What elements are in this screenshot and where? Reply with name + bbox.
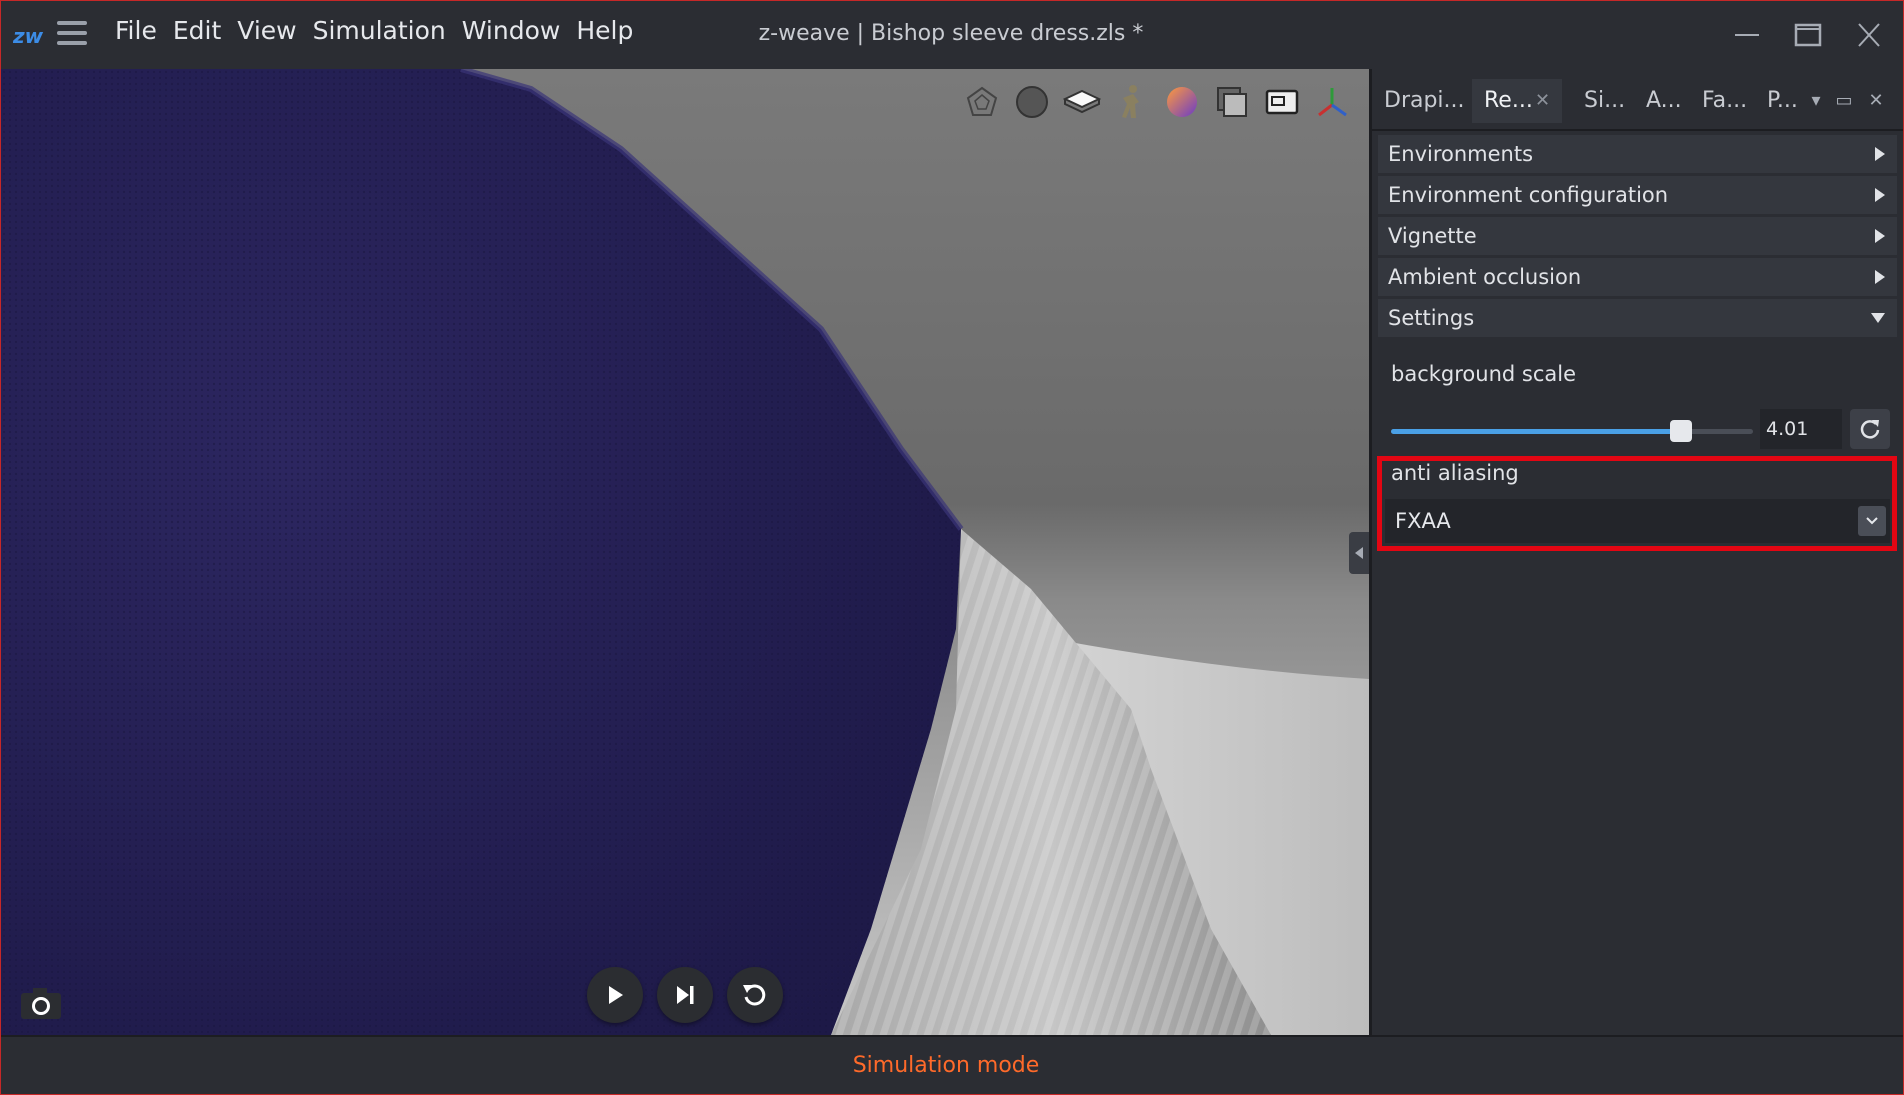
section-label: Environment configuration	[1388, 183, 1669, 207]
menu-file[interactable]: File	[107, 15, 165, 47]
tab-p[interactable]: P...	[1755, 79, 1799, 123]
anti-aliasing-select[interactable]: FXAA	[1385, 499, 1890, 543]
scene-render	[1, 69, 1369, 1035]
playback-controls	[587, 967, 783, 1023]
panel-maximize-icon[interactable]: ▭	[1832, 89, 1856, 113]
sewing-machine-icon[interactable]	[1263, 83, 1301, 121]
plane-icon[interactable]	[1063, 83, 1101, 121]
section-environment-configuration[interactable]: Environment configuration	[1378, 176, 1897, 214]
status-text: Simulation mode	[852, 1053, 1040, 1078]
slider-fill	[1391, 429, 1681, 434]
svg-text:zw: zw	[13, 24, 44, 48]
tab-simulation[interactable]: Si...	[1572, 79, 1627, 123]
hamburger-menu-icon[interactable]	[57, 21, 87, 47]
menu-view[interactable]: View	[229, 15, 304, 47]
sphere-icon[interactable]	[1013, 83, 1051, 121]
section-vignette[interactable]: Vignette	[1378, 217, 1897, 255]
properties-panel: Drapi... Re... ✕ Si... A... Fa... P... ▾…	[1369, 69, 1903, 1035]
maximize-icon[interactable]	[1788, 19, 1828, 51]
reset-icon[interactable]	[727, 967, 783, 1023]
expand-arrow-icon	[1875, 188, 1885, 202]
step-forward-icon[interactable]	[657, 967, 713, 1023]
layers-icon[interactable]	[1213, 83, 1251, 121]
title-bar: zw File Edit View Simulation Window Help…	[1, 1, 1903, 69]
expand-arrow-icon	[1875, 229, 1885, 243]
viewport-toolbar	[963, 83, 1351, 121]
section-label: Settings	[1388, 306, 1475, 330]
tab-fabric[interactable]: Fa...	[1690, 79, 1748, 123]
section-ambient-occlusion[interactable]: Ambient occlusion	[1378, 258, 1897, 296]
expand-arrow-icon	[1875, 147, 1885, 161]
play-icon[interactable]	[587, 967, 643, 1023]
zw-logo-icon[interactable]: zw	[13, 21, 45, 49]
menu-bar: File Edit View Simulation Window Help	[107, 15, 641, 47]
section-environments[interactable]: Environments	[1378, 135, 1897, 173]
background-scale-label: background scale	[1391, 362, 1576, 386]
background-scale-input[interactable]: 4.01	[1760, 409, 1842, 449]
menu-window[interactable]: Window	[454, 15, 569, 47]
section-settings[interactable]: Settings	[1378, 299, 1897, 337]
anti-aliasing-label: anti aliasing	[1391, 461, 1519, 485]
panel-tabs: Drapi... Re... ✕ Si... A... Fa... P... ▾…	[1372, 69, 1903, 131]
status-bar: Simulation mode	[1, 1035, 1903, 1094]
anti-aliasing-value: FXAA	[1395, 509, 1451, 533]
collapse-arrow-icon	[1871, 313, 1885, 323]
tab-draping[interactable]: Drapi...	[1372, 79, 1465, 123]
window-title: z-weave | Bishop sleeve dress.zls *	[758, 21, 1144, 46]
tab-a[interactable]: A...	[1634, 79, 1684, 123]
section-label: Ambient occlusion	[1388, 265, 1582, 289]
tab-overflow-dropdown-icon[interactable]: ▾	[1804, 89, 1828, 113]
panel-close-icon[interactable]: ✕	[1864, 89, 1888, 113]
reset-icon[interactable]	[1850, 409, 1890, 449]
background-scale-slider[interactable]	[1391, 420, 1753, 442]
camera-icon[interactable]	[19, 985, 63, 1021]
avatar-icon[interactable]	[1113, 83, 1151, 121]
section-label: Vignette	[1388, 224, 1477, 248]
axes-icon[interactable]	[1313, 83, 1351, 121]
close-icon[interactable]	[1849, 19, 1889, 51]
menu-edit[interactable]: Edit	[165, 15, 229, 47]
section-label: Environments	[1388, 142, 1534, 166]
gradient-sphere-icon[interactable]	[1163, 83, 1201, 121]
chevron-down-icon[interactable]	[1858, 506, 1886, 536]
slider-thumb[interactable]	[1669, 420, 1692, 442]
minimize-icon[interactable]	[1727, 19, 1767, 51]
expand-arrow-icon	[1875, 270, 1885, 284]
menu-simulation[interactable]: Simulation	[305, 15, 454, 47]
polygon-icon[interactable]	[963, 83, 1001, 121]
tab-close-icon[interactable]: ✕	[1535, 79, 1550, 123]
panel-collapse-icon[interactable]	[1349, 532, 1369, 574]
3d-viewport[interactable]	[1, 69, 1369, 1035]
